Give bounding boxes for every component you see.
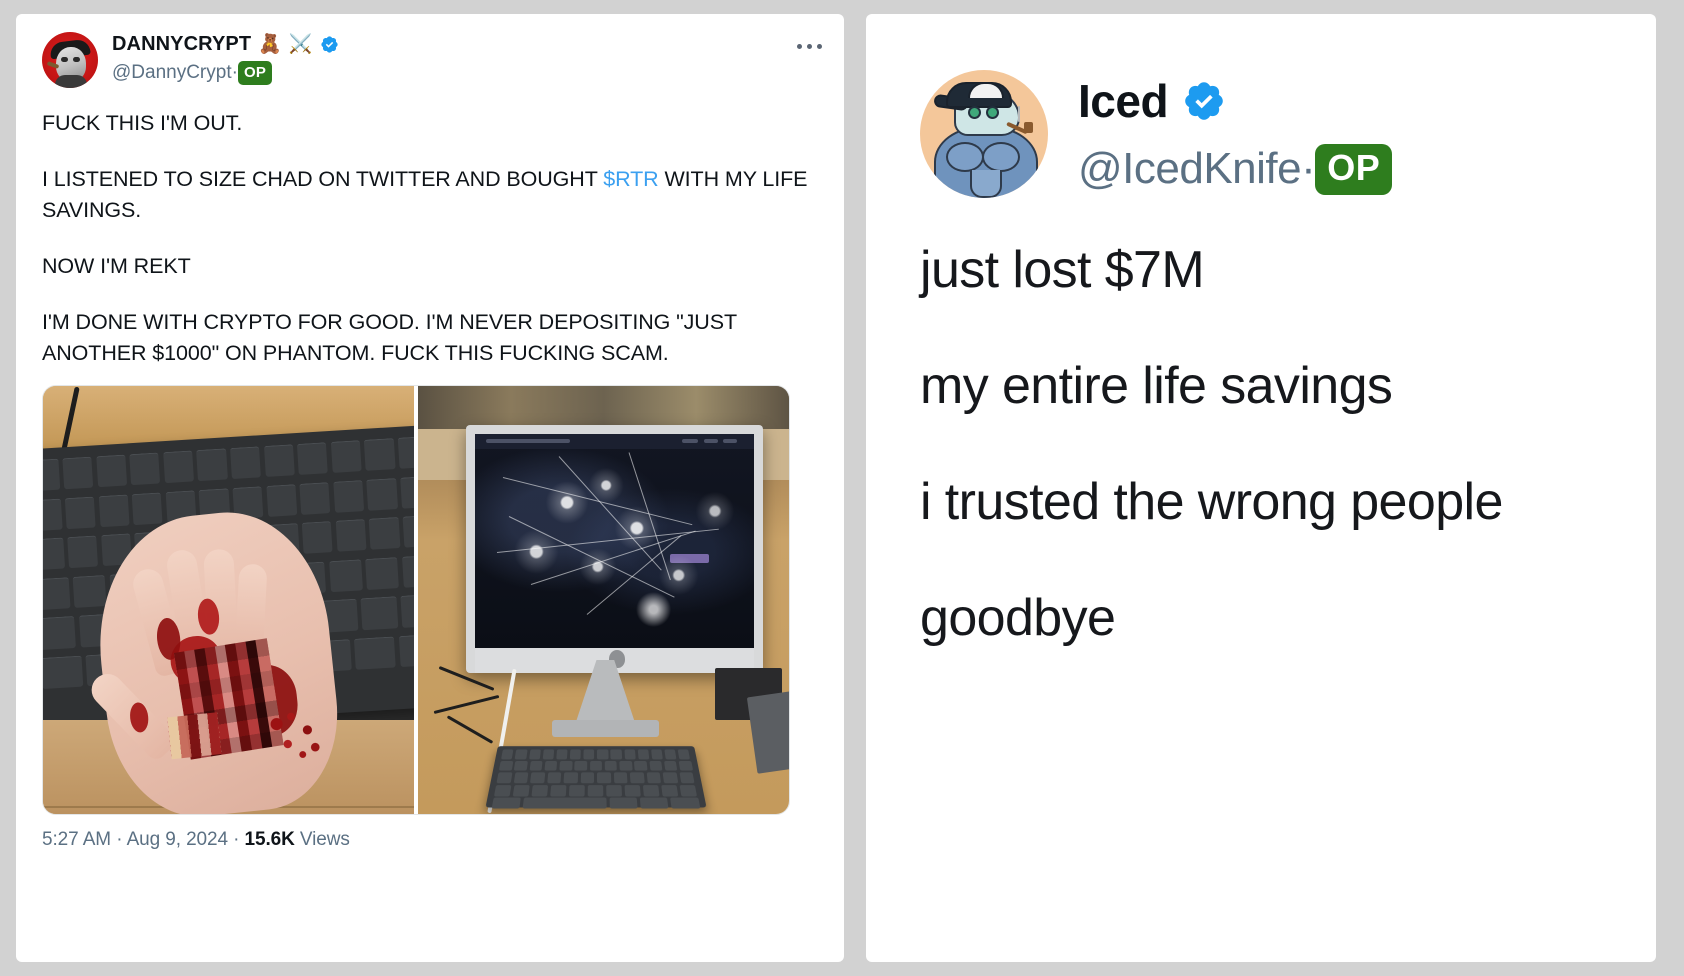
imac-base [551, 719, 660, 737]
avatar-pec-left-icon [946, 142, 984, 172]
handle-row: @DannyCrypt· OP [112, 61, 339, 85]
tweet-media-grid [42, 385, 790, 815]
right-account-names: Iced @IcedKnife· OP [1078, 74, 1393, 195]
avatar-abs-icon [970, 170, 1002, 198]
teddy-bear-icon: 🧸 [258, 34, 282, 55]
more-options-icon[interactable] [797, 44, 822, 49]
verified-badge-icon [320, 36, 338, 53]
imac-screen [475, 434, 755, 648]
op-badge: OP [237, 61, 273, 85]
screen-crack-pattern [475, 434, 755, 648]
danny-crypt-avatar[interactable] [42, 32, 98, 88]
right-tweet-line-4: goodbye [920, 589, 1116, 647]
tweet-paragraph-2: I LISTENED TO SIZE CHAD ON TWITTER AND B… [42, 164, 818, 226]
tweet-paragraph-3: NOW I'M REKT [42, 254, 191, 278]
tweet-header: DANNYCRYPT 🧸 ⚔️ @DannyCrypt· OP [42, 32, 822, 88]
background-shelf [418, 386, 789, 429]
views-label: Views [294, 829, 350, 850]
views-count: 15.6K [244, 829, 295, 850]
tweet-p2-before: I LISTENED TO SIZE CHAD ON TWITTER AND B… [42, 167, 604, 191]
cashtag-link[interactable]: $RTR [603, 167, 658, 191]
avatar-pipe-bowl-icon [1024, 122, 1033, 133]
right-display-name: Iced [1078, 74, 1169, 127]
left-tweet-card: DANNYCRYPT 🧸 ⚔️ @DannyCrypt· OP FUCK THI… [16, 14, 844, 962]
right-display-name-row: Iced [1078, 74, 1392, 128]
verified-badge-icon [1185, 81, 1223, 120]
avatar-pec-right-icon [982, 142, 1020, 172]
right-account-handle[interactable]: @IcedKnife· [1078, 144, 1316, 194]
tweet-paragraph-1: FUCK THIS I'M OUT. [42, 111, 243, 135]
bloodied-hand-photo[interactable] [43, 386, 414, 814]
avatar-eye-left-icon [61, 57, 68, 62]
screenshot-stage: DANNYCRYPT 🧸 ⚔️ @DannyCrypt· OP FUCK THI… [0, 0, 1684, 976]
right-tweet-line-3: i trusted the wrong people [920, 473, 1503, 531]
avatar-eye-left-icon [968, 106, 981, 119]
account-names: DANNYCRYPT 🧸 ⚔️ @DannyCrypt· OP [112, 32, 339, 85]
avatar-eye-right-icon [73, 57, 80, 62]
tweet-body-text: FUCK THIS I'M OUT. I LISTENED TO SIZE CH… [42, 108, 818, 369]
right-op-badge: OP [1315, 143, 1393, 195]
avatar-body-icon [55, 75, 87, 88]
crossed-swords-icon: ⚔️ [288, 34, 313, 55]
tweet-date: Aug 9, 2024 [126, 829, 228, 850]
right-tweet-line-1: just lost $7M [920, 241, 1205, 299]
display-name-row: DANNYCRYPT 🧸 ⚔️ [112, 33, 339, 56]
right-tweet-line-2: my entire life savings [920, 357, 1393, 415]
desk-object-2 [746, 691, 789, 774]
tweet-time: 5:27 AM [42, 829, 112, 850]
footer-sep-2: · [227, 829, 245, 850]
avatar-eye-right-icon [986, 106, 999, 119]
right-tweet-lines: just lost $7M my entire life savings i t… [920, 244, 1616, 644]
desk-keyboard [485, 746, 707, 809]
right-tweet-header: Iced @IcedKnife· OP [920, 70, 1616, 198]
footer-sep-1: · [111, 829, 127, 850]
smashed-imac-photo[interactable] [418, 386, 789, 814]
iced-knife-avatar[interactable] [920, 70, 1048, 198]
tweet-footer: 5:27 AM · Aug 9, 2024 · 15.6K Views [42, 829, 818, 851]
account-handle[interactable]: @DannyCrypt· [112, 62, 238, 84]
pixelated-censor-region-2 [167, 712, 223, 760]
right-tweet-card: Iced @IcedKnife· OP just lost $7M my ent… [866, 14, 1656, 962]
tweet-paragraph-4: I'M DONE WITH CRYPTO FOR GOOD. I'M NEVER… [42, 310, 737, 365]
display-name: DANNYCRYPT [112, 33, 252, 55]
blood-spatter [263, 701, 330, 768]
avatar-smoke-icon [1018, 106, 1020, 122]
imac-monitor [466, 424, 764, 673]
right-handle-row: @IcedKnife· OP [1078, 143, 1393, 195]
